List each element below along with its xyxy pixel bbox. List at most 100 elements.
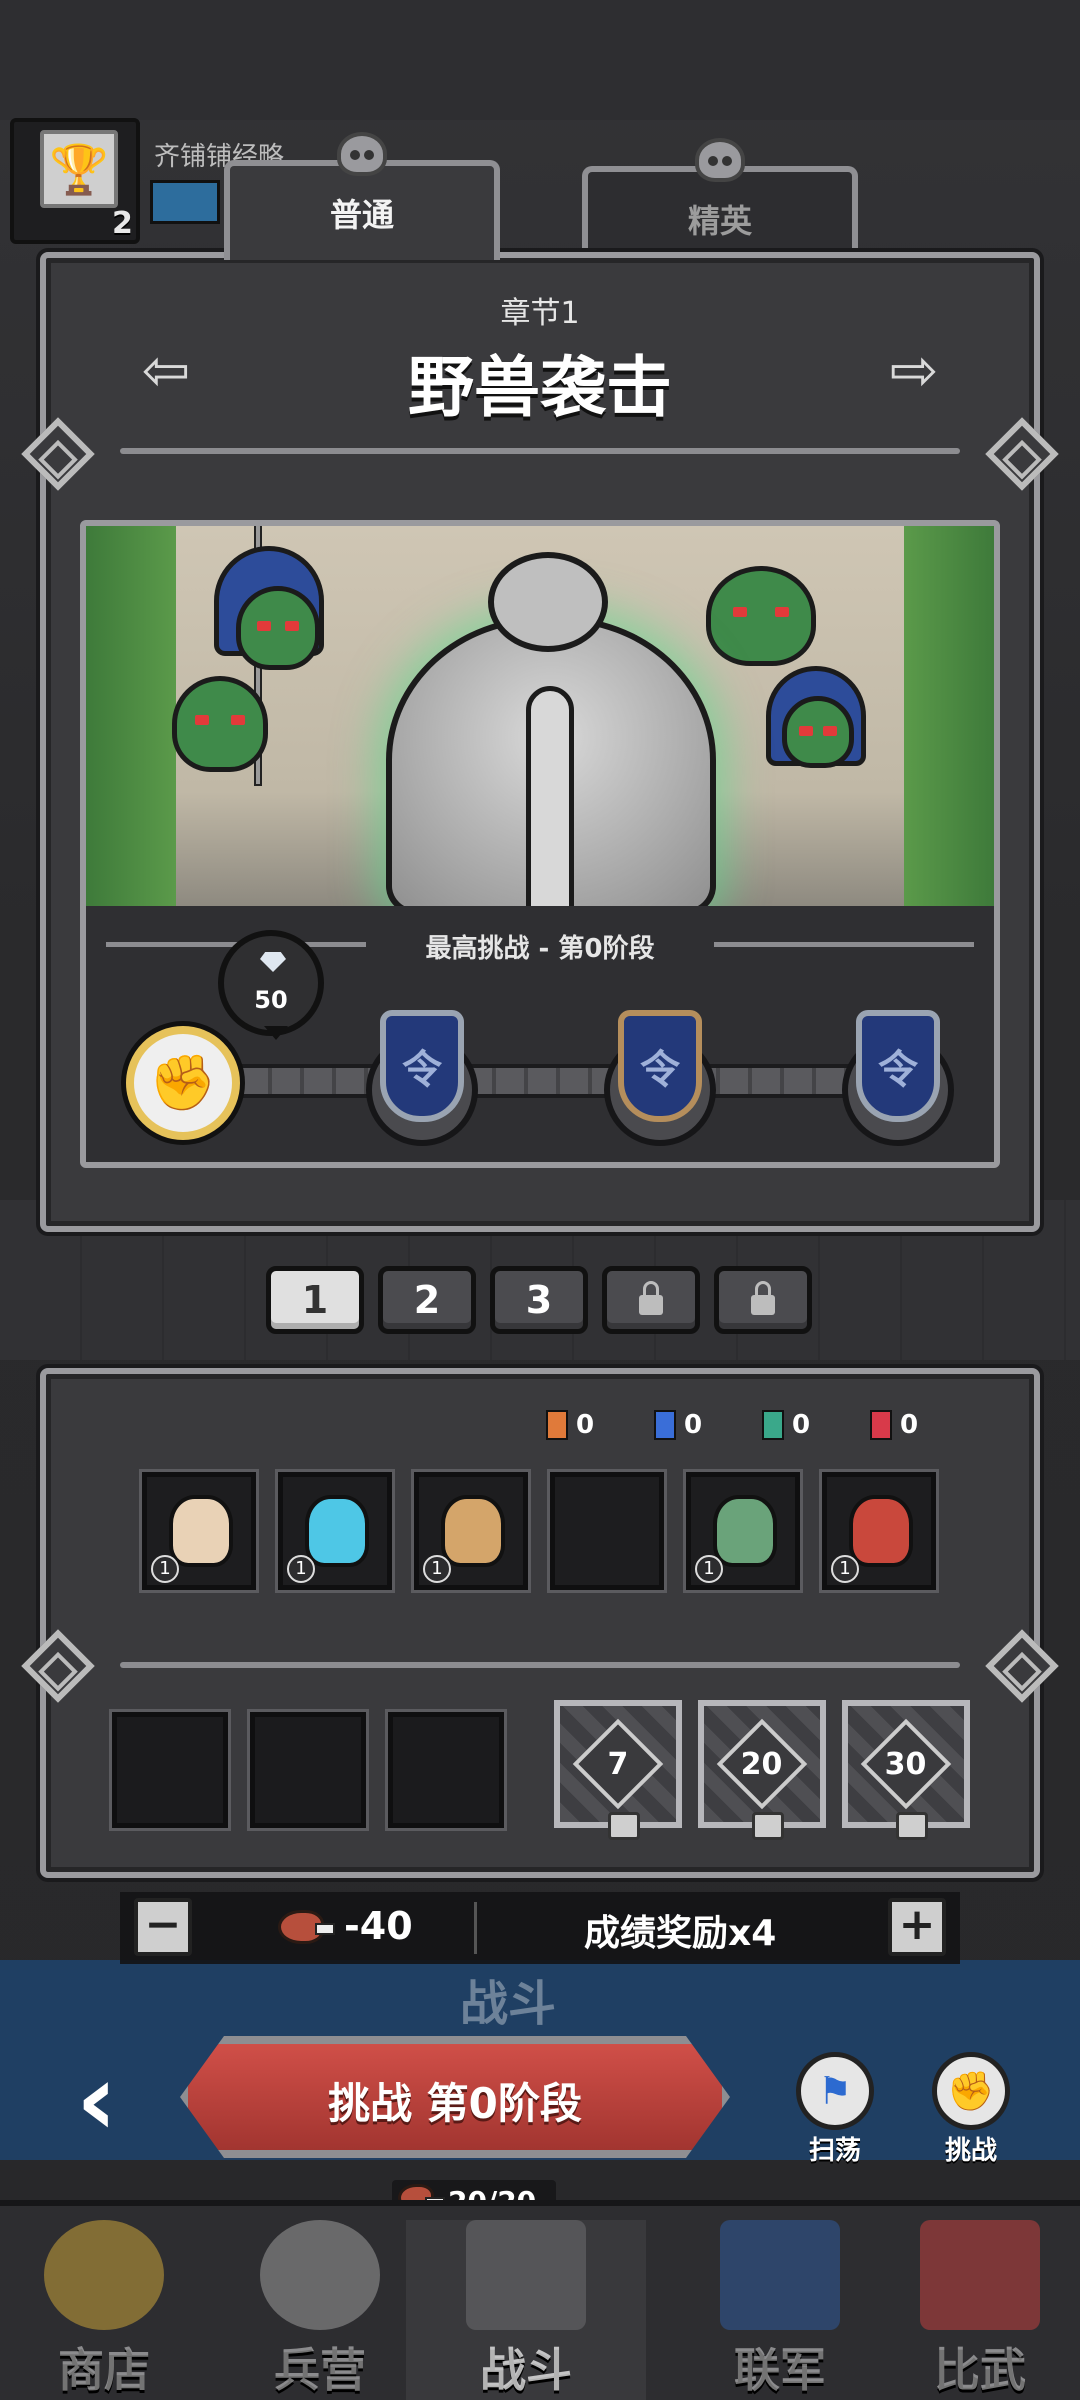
dragon-banner-icon: [720, 2220, 840, 2330]
coin-icon: [44, 2220, 164, 2330]
hero-level: 1: [695, 1555, 723, 1583]
hero-slot[interactable]: 1: [278, 1472, 392, 1590]
reserve-slot[interactable]: [250, 1712, 366, 1828]
reserve-slot[interactable]: [388, 1712, 504, 1828]
reward-control-strip: [120, 1892, 960, 1964]
reward-multiplier: 成绩奖励x4: [584, 1913, 777, 1954]
locked-slot[interactable]: 7: [554, 1700, 682, 1840]
unlock-level: 7: [607, 1746, 629, 1782]
goblin-shaman: [236, 586, 320, 670]
stat-attack: 0: [546, 1410, 594, 1440]
stat-range: 0: [762, 1410, 810, 1440]
hero-slot[interactable]: 1: [414, 1472, 528, 1590]
unlock-level: 20: [741, 1746, 783, 1782]
goblin-helmet: [706, 566, 816, 666]
gem-reward-bubble[interactable]: 50: [218, 930, 324, 1040]
nav-label: 兵营: [274, 2343, 366, 2397]
boss-horn: [526, 686, 574, 906]
stat-health: 0: [870, 1410, 918, 1440]
decrease-button[interactable]: −: [134, 1898, 192, 1956]
padlock-icon: [752, 1812, 784, 1840]
fight-label: 挑战: [944, 2136, 997, 2166]
helmet-icon: [260, 2220, 380, 2330]
stage-label: 3: [525, 1278, 553, 1322]
nav-shop[interactable]: 商店: [4, 2220, 204, 2400]
hero-level: 1: [831, 1555, 859, 1583]
goblin-scout: [172, 676, 268, 772]
boss-artwork: [86, 526, 994, 906]
token-glyph: 令: [640, 1047, 680, 1093]
reserve-slot[interactable]: [112, 1712, 228, 1828]
bow-stat-icon: [762, 1410, 784, 1440]
chevron-left-icon[interactable]: ‹: [76, 2050, 117, 2150]
token-reward-1[interactable]: 令: [366, 1010, 478, 1150]
sweep-label: 扫荡: [808, 2136, 861, 2166]
token-reward-2[interactable]: 令: [604, 1010, 716, 1150]
nav-label: 商店: [58, 2343, 150, 2397]
locked-slot[interactable]: 20: [698, 1700, 826, 1840]
token-glyph: 令: [878, 1047, 918, 1093]
challenge-button-label: 挑战 第0阶段: [328, 2079, 582, 2128]
stat-magic: 0: [654, 1410, 702, 1440]
unlock-level-badge: 20: [716, 1718, 808, 1810]
token-shield-icon: 令: [856, 1010, 940, 1122]
nav-alliance[interactable]: 联军: [680, 2220, 880, 2400]
hero-level: 1: [151, 1555, 179, 1583]
vines-right: [904, 526, 994, 906]
tab-normal[interactable]: 普通: [224, 132, 500, 260]
fight-button[interactable]: ✊ 挑战: [926, 2052, 1016, 2167]
goblin-rogue: [782, 696, 854, 768]
meat-icon: [278, 1910, 335, 1944]
hero-slot[interactable]: 1: [142, 1472, 256, 1590]
lock-icon: [751, 1281, 775, 1315]
hero-portrait: [441, 1495, 505, 1567]
player-level: 2: [112, 206, 133, 241]
nav-barracks[interactable]: 兵营: [220, 2220, 420, 2400]
tab-elite[interactable]: 精英: [582, 138, 858, 266]
stat-value: 0: [900, 1410, 919, 1440]
trophy-icon[interactable]: 🏆: [40, 130, 118, 208]
challenge-button[interactable]: 挑战 第0阶段: [160, 2022, 750, 2172]
stamina-cost: -40: [344, 1904, 413, 1948]
lock-icon: [639, 1281, 663, 1315]
chapter-panel: 章节1 野兽袭击 ⇦ ⇨ 最高挑战 - 第0阶段 50 ✊ 令 令 令: [21, 252, 1059, 1232]
hero-slot-empty[interactable]: [550, 1472, 664, 1590]
skull-icon: [695, 138, 745, 182]
nav-label: 比武: [934, 2343, 1026, 2397]
fist-icon: ✊: [932, 2052, 1010, 2130]
hero-portrait: [169, 1495, 233, 1567]
vines-left: [86, 526, 176, 906]
increase-button[interactable]: +: [888, 1898, 946, 1956]
castle-icon: [466, 2220, 586, 2330]
stage-label: 2: [413, 1278, 441, 1322]
hero-slot[interactable]: 1: [822, 1472, 936, 1590]
locked-slot[interactable]: 30: [842, 1700, 970, 1840]
stage-button-3[interactable]: 3: [490, 1266, 588, 1334]
nav-arena[interactable]: 比武: [880, 2220, 1080, 2400]
token-shield-icon: 令: [618, 1010, 702, 1122]
divider: [120, 448, 960, 454]
boss-helmet: [488, 552, 608, 652]
player-exp-bar: [150, 180, 220, 224]
fist-icon[interactable]: ✊: [126, 1026, 240, 1140]
hero-portrait: [713, 1495, 777, 1567]
knot-ornament-icon: [21, 1629, 95, 1703]
padlock-icon: [896, 1812, 928, 1840]
stage-button-2[interactable]: 2: [378, 1266, 476, 1334]
stat-value: 0: [684, 1410, 703, 1440]
stage-button-locked-5[interactable]: [714, 1266, 812, 1334]
hero-slot[interactable]: 1: [686, 1472, 800, 1590]
sweep-button[interactable]: ⚑ 扫荡: [790, 2052, 880, 2167]
prev-chapter-button[interactable]: ⇦: [126, 338, 206, 402]
tab-elite-label: 精英: [687, 202, 752, 240]
game-screen: 🏆 2 齐铺铺经略 精英 普通 章节1 野兽袭击 ⇦ ⇨ 最高挑战 - 第0阶段…: [0, 0, 1080, 2400]
stage-button-1[interactable]: 1: [266, 1266, 364, 1334]
next-chapter-button[interactable]: ⇨: [874, 338, 954, 402]
question-stat-icon: [654, 1410, 676, 1440]
nav-battle[interactable]: 战斗: [406, 2220, 646, 2400]
stat-value: 0: [576, 1410, 595, 1440]
stage-button-locked-4[interactable]: [602, 1266, 700, 1334]
hero-level: 1: [287, 1555, 315, 1583]
token-reward-3[interactable]: 令: [842, 1010, 954, 1150]
divider: [120, 1662, 960, 1668]
